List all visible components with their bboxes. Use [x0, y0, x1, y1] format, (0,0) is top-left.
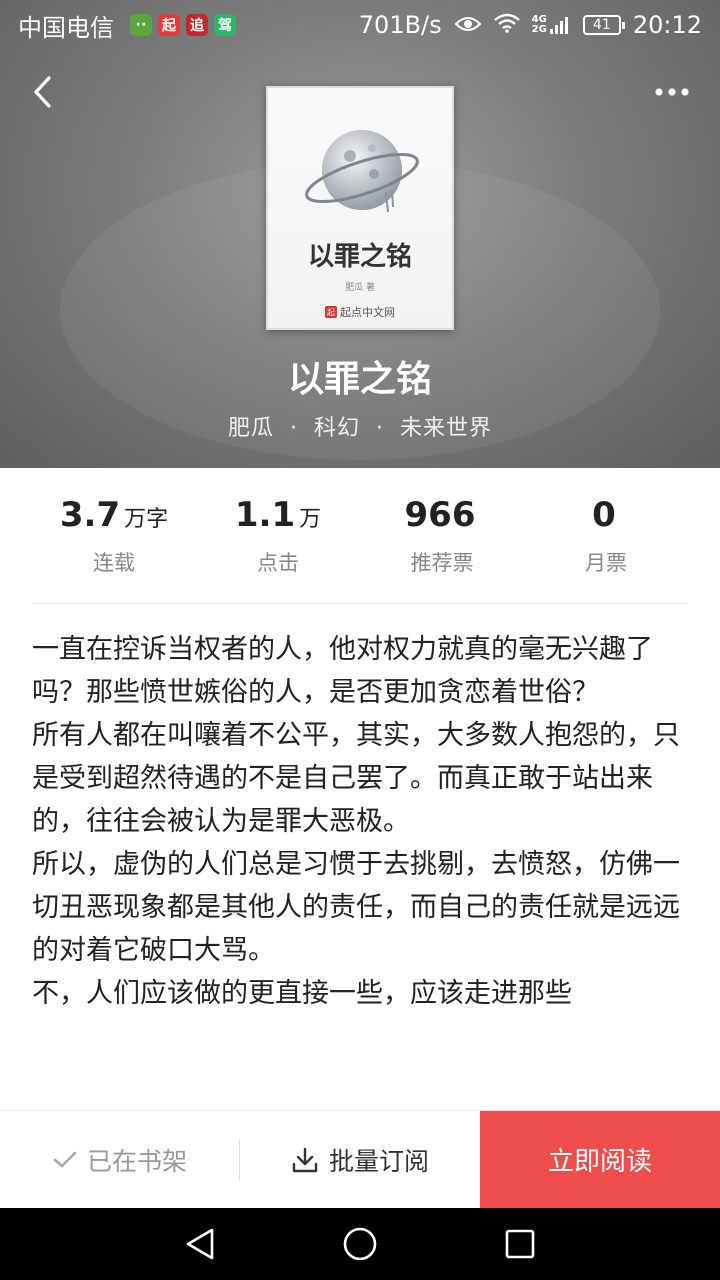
stat-label: 连载	[93, 551, 135, 575]
qidian-notification-icon: 起	[158, 14, 180, 36]
more-options-button[interactable]	[648, 70, 696, 114]
system-nav-bar	[0, 1208, 720, 1280]
book-author[interactable]: 肥瓜	[228, 416, 274, 441]
eye-icon	[454, 11, 482, 39]
more-dots-icon	[655, 88, 689, 96]
carrier-name: 中国电信	[18, 13, 114, 42]
stat-label: 月票	[585, 551, 627, 575]
meta-separator: ·	[289, 416, 298, 441]
qidian-logo-icon: 起	[325, 306, 337, 318]
stat-value: 966	[404, 495, 476, 535]
stat-value: 3.7	[59, 495, 121, 535]
nav-recents-button[interactable]	[490, 1214, 550, 1274]
checkmark-icon	[53, 1151, 77, 1167]
stat-label: 点击	[257, 551, 299, 575]
stat-word-count: 3.7 万字 连载	[32, 490, 196, 603]
intro-paragraph: 不，人们应该做的更直接一些，应该走进那些	[32, 978, 572, 1009]
cover-title: 以罪之铭	[307, 242, 412, 272]
book-subcategory[interactable]: 未来世界	[400, 416, 492, 441]
download-icon	[292, 1147, 318, 1172]
nav-back-button[interactable]	[170, 1214, 230, 1274]
cover-author: 肥瓜 著	[345, 283, 375, 293]
wechat-notification-icon: ··	[130, 14, 152, 36]
batch-subscribe-label: 批量订阅	[328, 1146, 429, 1176]
book-title: 以罪之铭	[287, 359, 432, 400]
clock: 20:12	[632, 11, 702, 39]
book-introduction[interactable]: 一直在控诉当权者的人，他对权力就真的毫无兴趣了吗？那些愤世嫉俗的人，是否更加贪恋…	[32, 628, 688, 1108]
stat-value: 0	[592, 495, 616, 535]
stat-label: 推荐票	[410, 551, 474, 575]
zhui-notification-icon: 追	[186, 14, 208, 36]
square-recents-icon	[505, 1229, 535, 1259]
triangle-back-icon	[186, 1228, 214, 1260]
intro-paragraph: 所以，虚伪的人们总是习惯于去挑剔，去愤怒，仿佛一切丑恶现象都是其他人的责任，而自…	[32, 849, 680, 966]
network-speed: 701B/s	[358, 11, 442, 39]
circle-home-icon	[343, 1227, 377, 1261]
jia-notification-icon: 驾	[214, 14, 236, 36]
book-meta: 肥瓜 · 科幻 · 未来世界	[0, 410, 720, 442]
stat-monthly-votes[interactable]: 0 月票	[524, 490, 688, 603]
back-button[interactable]	[18, 68, 66, 116]
stat-recommend-votes[interactable]: 966 推荐票	[360, 490, 524, 603]
batch-subscribe-button[interactable]: 批量订阅	[240, 1111, 480, 1208]
nav-home-button[interactable]	[330, 1214, 390, 1274]
book-header: 中国电信 ·· 起 追 驾 701B/s 4G 2G 41 20:12 以罪之铭…	[0, 0, 720, 468]
intro-paragraph: 所有人都在叫嚷着不公平，其实，大多数人抱怨的，只是受到超然待遇的不是自己罢了。而…	[32, 720, 680, 837]
chevron-left-icon	[34, 76, 51, 108]
book-cover[interactable]: 以罪之铭 肥瓜 著 起 起点中文网	[266, 86, 454, 330]
planet-illustration	[305, 130, 419, 213]
in-bookshelf-button[interactable]: 已在书架	[0, 1111, 240, 1208]
book-category[interactable]: 科幻	[314, 416, 360, 441]
status-bar: 中国电信 ·· 起 追 驾 701B/s 4G 2G 41 20:12	[0, 0, 720, 50]
stat-clicks: 1.1 万 点击	[196, 490, 360, 603]
stat-unit: 万字	[124, 507, 169, 532]
intro-paragraph: 一直在控诉当权者的人，他对权力就真的毫无兴趣了吗？那些愤世嫉俗的人，是否更加贪恋…	[32, 634, 653, 708]
wifi-icon	[493, 11, 520, 39]
cover-publisher: 起 起点中文网	[325, 306, 395, 319]
meta-separator: ·	[376, 416, 384, 441]
book-stats: 3.7 万字 连载 1.1 万 点击 966 推荐票 0 月票	[32, 490, 688, 604]
action-bar: 已在书架 批量订阅 立即阅读	[0, 1110, 720, 1208]
stat-value: 1.1	[234, 495, 296, 535]
in-bookshelf-label: 已在书架	[86, 1146, 187, 1176]
battery-icon: 41	[582, 15, 625, 35]
stat-unit: 万	[299, 507, 322, 532]
read-now-button[interactable]: 立即阅读	[480, 1111, 720, 1208]
signal-icon: 4G 2G	[532, 15, 571, 35]
